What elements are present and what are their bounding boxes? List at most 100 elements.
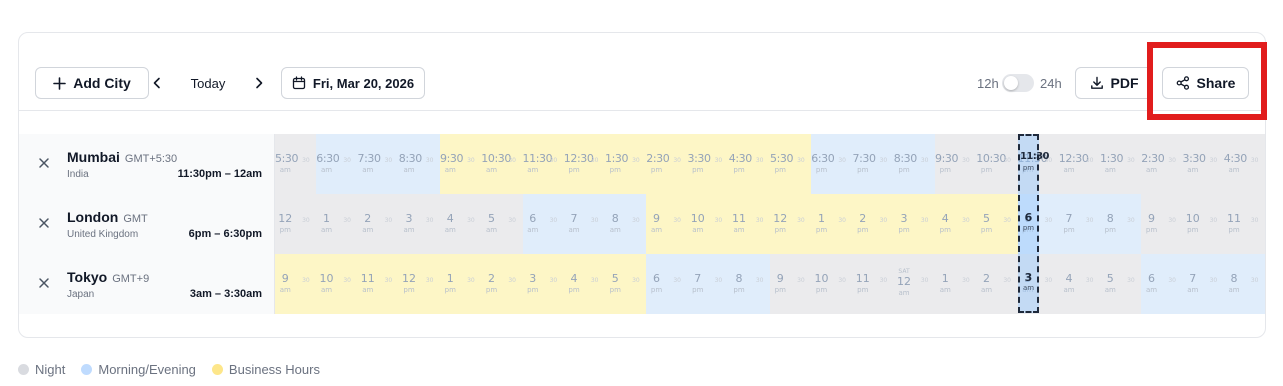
time-format-toggle[interactable] [1002,74,1034,92]
hour-cell[interactable]: 4 am 30 [1058,254,1100,314]
hour-cell[interactable]: 7 am 30 [1182,254,1224,314]
hour-cell[interactable]: 12:30 pm 30 [563,134,605,194]
hour-cell[interactable]: 2 pm 30 [852,194,894,254]
hour-cell[interactable]: 9 pm 30 [770,254,812,314]
hour-cell[interactable]: 6:30 pm 30 [811,134,853,194]
prev-day-button[interactable] [147,71,167,95]
date-picker-button[interactable]: Fri, Mar 20, 2026 [281,67,425,99]
hour-cell[interactable]: SAT 12 am 30 [893,254,935,314]
ampm-label: pm [485,286,498,294]
hour-cell[interactable]: 4 pm 30 [935,194,977,254]
city-name-text: Mumbai [67,149,120,165]
hour-cell[interactable]: 1 am 30 [935,254,977,314]
hour-cell[interactable]: 10 am 30 [687,194,729,254]
today-button[interactable]: Today [183,71,233,95]
ampm-label: pm [774,226,786,234]
hour-cell[interactable]: 2 pm 30 [481,254,523,314]
hour-cell[interactable]: 1 am 30 [316,194,358,254]
hour-label: 2 [859,212,867,225]
hour-cell[interactable]: 2:30 am 30 [1141,134,1183,194]
hour-cell[interactable]: 9 pm 30 [1141,194,1183,254]
remove-city-button[interactable] [37,216,51,230]
ampm-label: am [362,226,374,234]
ampm-label: pm [980,166,993,174]
ampm-label: pm [898,166,910,174]
half-hour-marker: 30 [962,277,970,284]
next-day-button[interactable] [249,71,269,95]
share-label: Share [1196,75,1236,91]
hour-cell[interactable]: 5 am 30 [1100,254,1142,314]
hour-cell[interactable]: 8 am 30 [605,194,647,254]
hour-cell[interactable]: 6 pm 30 [1017,194,1059,254]
hour-cell[interactable]: 1:30 am 30 [1100,134,1142,194]
hour-cell[interactable]: 11:30 am 30 [522,134,564,194]
remove-city-button[interactable] [37,156,51,170]
half-hour-marker: 30 [343,157,351,164]
hour-cell[interactable]: 5:30 pm 30 [770,134,812,194]
hour-cell[interactable]: 2:30 pm 30 [646,134,688,194]
share-button[interactable]: Share [1162,67,1249,99]
hour-cell[interactable]: 5 am 30 [481,194,523,254]
hour-cell[interactable]: 3:30 pm 30 [687,134,729,194]
city-row-london: London GMT United Kingdom 6pm – 6:30pm 12… [19,194,1265,254]
pdf-button[interactable]: PDF [1075,67,1153,99]
hour-cell[interactable]: 3 pm 30 [893,194,935,254]
hour-strip: 12 pm 30 1 am 30 2 am 30 3 am 30 4 am 30 5 am 30 6 am 30 7 am 3… [275,194,1265,254]
hour-cell[interactable]: 11 am 30 [357,254,399,314]
hour-cell[interactable]: 11:30 pm 30 [1017,134,1059,194]
hour-cell[interactable]: 10:30 pm 30 [976,134,1018,194]
ampm-label: am [733,226,745,234]
hour-cell[interactable]: 4 pm 30 [563,254,605,314]
hour-cell[interactable]: 10 pm 30 [1182,194,1224,254]
hour-cell[interactable]: 4:30 am 30 [1223,134,1265,194]
hour-cell[interactable]: 9:30 am 30 [440,134,482,194]
add-city-button[interactable]: Add City [35,67,149,99]
remove-city-button[interactable] [37,276,51,290]
hour-cell[interactable]: 7:30 am 30 [357,134,399,194]
hour-cell[interactable]: 10 pm 30 [811,254,853,314]
hour-cell[interactable]: 9 am 30 [275,254,317,314]
hour-cell[interactable]: 3 pm 30 [522,254,564,314]
hour-cell[interactable]: 5 pm 30 [976,194,1018,254]
hour-cell[interactable]: 3 am 30 [398,194,440,254]
hour-cell[interactable]: 3 am 30 [1017,254,1059,314]
hour-cell[interactable]: 7 pm 30 [687,254,729,314]
hour-cell[interactable]: 8 pm 30 [1100,194,1142,254]
hour-cell[interactable]: 1:30 pm 30 [605,134,647,194]
hour-cell[interactable]: 6 am 30 [1141,254,1183,314]
hour-cell[interactable]: 10 am 30 [316,254,358,314]
ampm-label: am [609,226,621,234]
hour-cell[interactable]: 7 am 30 [563,194,605,254]
hour-cell[interactable]: 3:30 am 30 [1182,134,1224,194]
hour-cell[interactable]: 8 pm 30 [728,254,770,314]
hour-cell[interactable]: 12 pm 30 [275,194,317,254]
half-hour-marker: 30 [879,277,888,284]
hour-cell[interactable]: 7 pm 30 [1058,194,1100,254]
hour-cell[interactable]: 9 am 30 [646,194,688,254]
hour-cell[interactable]: 5:30 am 30 [275,134,317,194]
hour-cell[interactable]: 8:30 pm 30 [893,134,935,194]
hour-cell[interactable]: 7:30 pm 30 [852,134,894,194]
hour-cell[interactable]: 6 am 30 [522,194,564,254]
hour-cell[interactable]: 2 am 30 [976,254,1018,314]
hour-cell[interactable]: 12 pm 30 [770,194,812,254]
hour-cell[interactable]: 4 am 30 [440,194,482,254]
hour-cell[interactable]: 4:30 pm 30 [728,134,770,194]
hour-cell[interactable]: 11 pm 30 [852,254,894,314]
hour-cell[interactable]: 2 am 30 [357,194,399,254]
hour-cell[interactable]: 1 pm 30 [440,254,482,314]
hour-cell[interactable]: 9:30 pm 30 [935,134,977,194]
half-hour-marker: 30 [425,217,434,224]
hour-cell[interactable]: 8 am 30 [1223,254,1265,314]
hour-label: 4 [446,212,454,225]
hour-cell[interactable]: 6 pm 30 [646,254,688,314]
hour-cell[interactable]: 1 pm 30 [811,194,853,254]
hour-cell[interactable]: 12:30 am 30 [1058,134,1100,194]
hour-cell[interactable]: 10:30 am 30 [481,134,523,194]
hour-cell[interactable]: 5 pm 30 [605,254,647,314]
hour-cell[interactable]: 6:30 am 30 [316,134,358,194]
hour-cell[interactable]: 12 pm 30 [398,254,440,314]
hour-cell[interactable]: 11 pm 30 [1223,194,1265,254]
hour-cell[interactable]: 11 am 30 [728,194,770,254]
hour-cell[interactable]: 8:30 am 30 [398,134,440,194]
